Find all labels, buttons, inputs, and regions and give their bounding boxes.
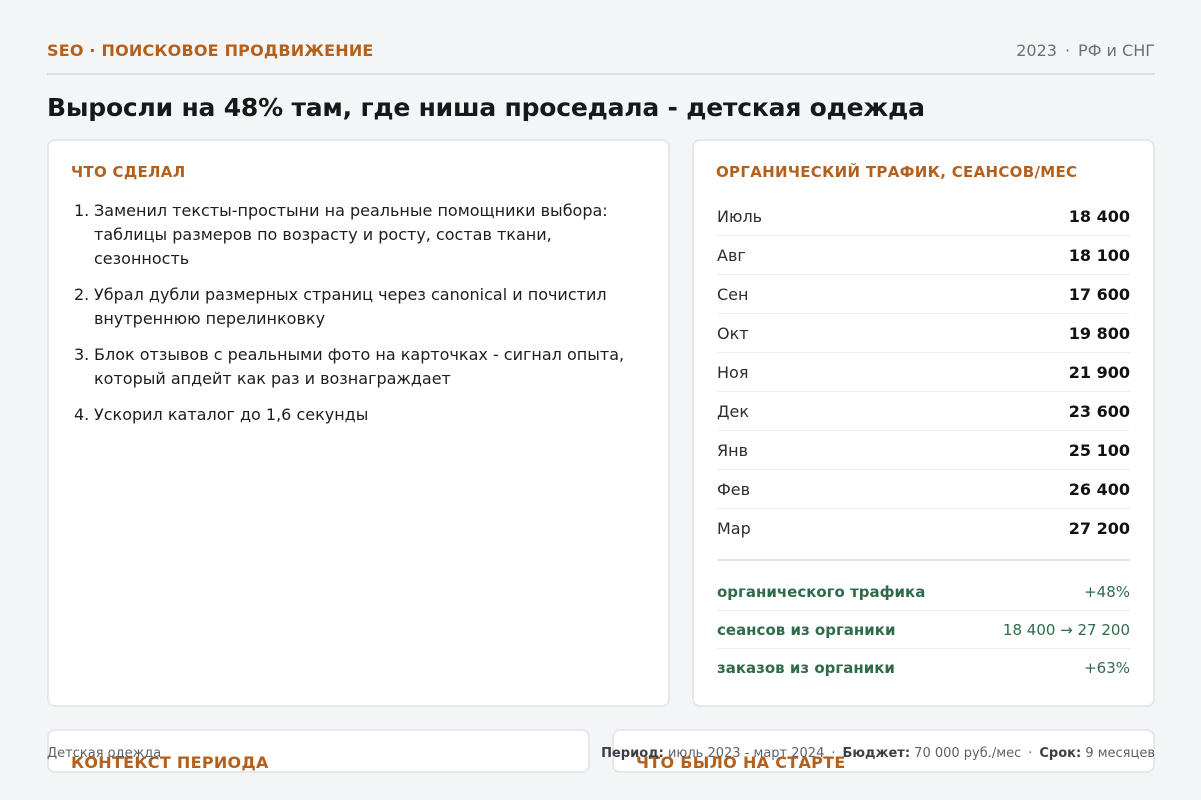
- category-kicker: SEO · ПОИСКОВОЕ ПРОДВИЖЕНИЕ: [47, 41, 374, 60]
- traffic-heading: ОРГАНИЧЕСКИЙ ТРАФИК, СЕАНСОВ/МЕС: [716, 163, 1078, 181]
- traffic-row: Янв 25 100: [717, 431, 1130, 470]
- case-year: 2023: [1016, 41, 1057, 60]
- traffic-card: ОРГАНИЧЕСКИЙ ТРАФИК, СЕАНСОВ/МЕС Июль 18 …: [692, 139, 1155, 707]
- meta-separator: ·: [1064, 41, 1071, 60]
- top-bar: SEO · ПОИСКОВОЕ ПРОДВИЖЕНИЕ 2023 · РФ и СН…: [47, 38, 1155, 75]
- actions-list-item: 2. Убрал дубли размерных страниц через ca…: [74, 285, 607, 328]
- result-row: сеансов из органики 18 400 → 27 200: [717, 611, 1130, 649]
- meta-separator: ·: [831, 746, 836, 761]
- traffic-row: Ноя 21 900: [717, 353, 1130, 392]
- traffic-row: Окт 19 800: [717, 314, 1130, 353]
- budget-value: 70 000 руб./мес: [914, 746, 1022, 761]
- result-row: заказов из органики +63%: [717, 659, 1130, 677]
- term-value: 9 месяцев: [1085, 746, 1155, 761]
- term-label: Срок:: [1039, 746, 1082, 761]
- period-value: июль 2023 - март 2024: [667, 746, 825, 761]
- actions-list-item: 1. Заменил тексты-простыни на реальные по…: [74, 201, 608, 268]
- traffic-row: Июль 18 400: [717, 197, 1130, 236]
- traffic-row: Дек 23 600: [717, 392, 1130, 431]
- actions-card: ЧТО СДЕЛАЛ 1. Заменил тексты-простыни на …: [47, 139, 670, 707]
- result-row: органического трафика +48%: [717, 561, 1130, 611]
- case-study-page: SEO · ПОИСКОВОЕ ПРОДВИЖЕНИЕ 2023 · РФ и СН…: [47, 0, 1155, 800]
- actions-list-item: 4. Ускорил каталог до 1,6 секунды: [74, 405, 369, 424]
- traffic-table: Июль 18 400 Авг 18 100 Сен 17 600 Окт 19 800…: [717, 197, 1130, 548]
- period-label: Период:: [601, 746, 664, 761]
- actions-list: 1. Заменил тексты-простыни на реальные по…: [74, 199, 644, 439]
- case-meta: 2023 · РФ и СНГ: [1016, 41, 1155, 60]
- traffic-row: Сен 17 600: [717, 275, 1130, 314]
- traffic-row: Фев 26 400: [717, 470, 1130, 509]
- page-title: Выросли на 48% там, где ниша проседала -…: [47, 93, 925, 122]
- project-meta: Период: июль 2023 - март 2024 · Бюджет: 70…: [601, 746, 1155, 761]
- case-region: РФ и СНГ: [1078, 41, 1155, 60]
- results-summary: органического трафика +48% сеансов из орг…: [717, 559, 1130, 687]
- actions-list-item: 3. Блок отзывов с реальными фото на карто…: [74, 345, 625, 388]
- actions-heading: ЧТО СДЕЛАЛ: [71, 163, 186, 181]
- traffic-row: Мар 27 200: [717, 519, 1130, 538]
- niche-label: Детская одежда: [47, 746, 162, 761]
- budget-label: Бюджет:: [842, 746, 911, 761]
- meta-separator: ·: [1028, 746, 1033, 761]
- traffic-row: Авг 18 100: [717, 236, 1130, 275]
